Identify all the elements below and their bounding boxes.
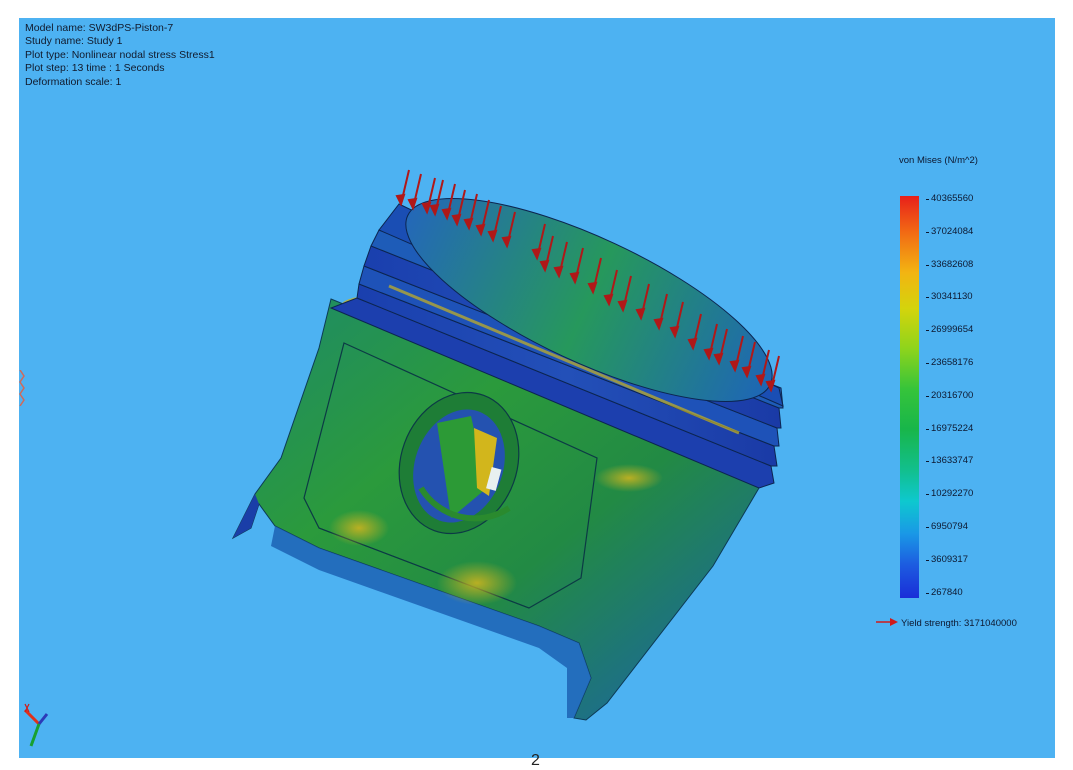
page-footer-mark: 2 (531, 752, 540, 769)
load-arrow-head (395, 193, 406, 207)
colorbar-tick-label: 16975224 (925, 422, 974, 434)
colorbar-tick-label: 20316700 (925, 389, 974, 401)
colorbar-tick-label: 26999654 (925, 324, 974, 336)
colorbar-tick-label: 37024084 (925, 225, 974, 237)
colorbar-tick-label: 13633747 (925, 455, 974, 467)
colorbar-tick-label: 267840 (926, 586, 963, 598)
legend-title: von Mises (N/m^2) (899, 155, 978, 166)
colorbar-tick-label: 6950794 (926, 521, 968, 532)
colorbar-tick-label: 33682608 (925, 258, 974, 270)
yield-strength-label: Yield strength: 3171040000 (876, 618, 1017, 629)
axis-triad-icon[interactable] (21, 690, 61, 755)
colorbar-tick-label: 10292270 (925, 488, 974, 500)
colorbar-tick-label: 30341130 (926, 291, 973, 303)
yield-arrow-icon (876, 618, 898, 629)
simulation-viewport[interactable]: Model name: SW3dPS-Piston-7 Study name: … (19, 18, 1055, 758)
colorbar-tick-label: 23658176 (925, 357, 974, 368)
side-view-marker (19, 369, 25, 407)
colorbar-tick-label: 40365560 (925, 193, 974, 204)
colorbar-tick-label: 3609317 (926, 553, 968, 565)
stress-colorbar (900, 196, 919, 598)
yield-strength-text: Yield strength: 3171040000 (901, 618, 1017, 630)
